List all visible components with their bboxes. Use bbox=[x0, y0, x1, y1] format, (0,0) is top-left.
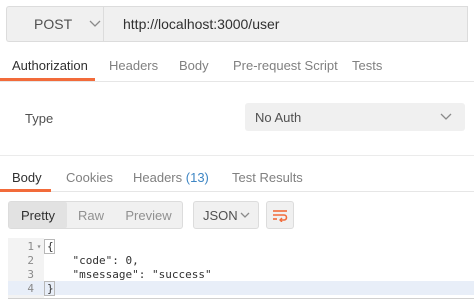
code-text: "code": 0, bbox=[46, 253, 139, 267]
url-text: http://localhost:3000/user bbox=[123, 16, 280, 32]
wrap-lines-icon bbox=[273, 210, 288, 222]
tab-response-headers[interactable]: Headers (13) bbox=[133, 170, 209, 185]
method-label: POST bbox=[34, 16, 73, 32]
tab-pre-request-script[interactable]: Pre-request Script bbox=[233, 58, 338, 73]
active-response-tab-indicator bbox=[0, 189, 51, 192]
response-headers-count: (13) bbox=[185, 170, 209, 185]
code-text: } bbox=[44, 280, 55, 296]
view-mode-group: Pretty Raw Preview bbox=[8, 201, 183, 229]
code-line: 1 ▾ { bbox=[8, 238, 474, 254]
response-tabs: Body Cookies Headers (13) Test Results bbox=[0, 162, 474, 192]
method-select[interactable]: POST bbox=[6, 6, 103, 42]
tab-headers[interactable]: Headers bbox=[109, 58, 158, 73]
code-line: 3 "msessage": "success" bbox=[8, 267, 474, 281]
auth-type-select[interactable]: No Auth bbox=[245, 103, 465, 131]
auth-type-value: No Auth bbox=[255, 109, 302, 125]
tab-response-body[interactable]: Body bbox=[12, 170, 42, 185]
auth-type-label: Type bbox=[25, 111, 54, 126]
code-text: "msessage": "success" bbox=[46, 267, 212, 281]
code-line: 2 "code": 0, bbox=[8, 253, 474, 267]
chevron-down-icon bbox=[440, 113, 452, 120]
wrap-lines-button[interactable] bbox=[266, 201, 294, 229]
format-select[interactable]: JSON bbox=[193, 201, 259, 229]
view-pretty-button[interactable]: Pretty bbox=[9, 202, 67, 228]
section-divider bbox=[0, 155, 474, 156]
tab-tests[interactable]: Tests bbox=[352, 58, 382, 73]
editor-bottom-border bbox=[8, 298, 474, 299]
line-number: 1 bbox=[27, 239, 34, 253]
tab-cookies[interactable]: Cookies bbox=[66, 170, 113, 185]
tab-body[interactable]: Body bbox=[179, 58, 209, 73]
code-line-active: 4 } bbox=[8, 280, 474, 296]
line-number: 4 bbox=[27, 281, 34, 295]
code-text: { bbox=[44, 238, 55, 254]
request-url-bar: POST http://localhost:3000/user bbox=[6, 6, 468, 42]
line-number: 2 bbox=[27, 253, 34, 267]
chevron-down-icon bbox=[89, 20, 101, 27]
request-tabs: Authorization Headers Body Pre-request S… bbox=[0, 50, 474, 82]
active-tab-indicator bbox=[0, 78, 95, 81]
tab-authorization[interactable]: Authorization bbox=[12, 58, 88, 73]
fold-toggle-icon[interactable]: ▾ bbox=[34, 242, 44, 251]
response-body-editor[interactable]: 1 ▾ { 2 "code": 0, 3 "msessage": "succes… bbox=[8, 238, 474, 298]
view-raw-button[interactable]: Raw bbox=[67, 202, 115, 228]
chevron-down-icon bbox=[240, 212, 250, 218]
format-value: JSON bbox=[203, 207, 238, 223]
tab-test-results[interactable]: Test Results bbox=[232, 170, 303, 185]
url-input[interactable]: http://localhost:3000/user bbox=[103, 6, 468, 42]
response-headers-label: Headers bbox=[133, 170, 183, 185]
line-number: 3 bbox=[27, 267, 34, 281]
view-preview-button[interactable]: Preview bbox=[115, 202, 182, 228]
